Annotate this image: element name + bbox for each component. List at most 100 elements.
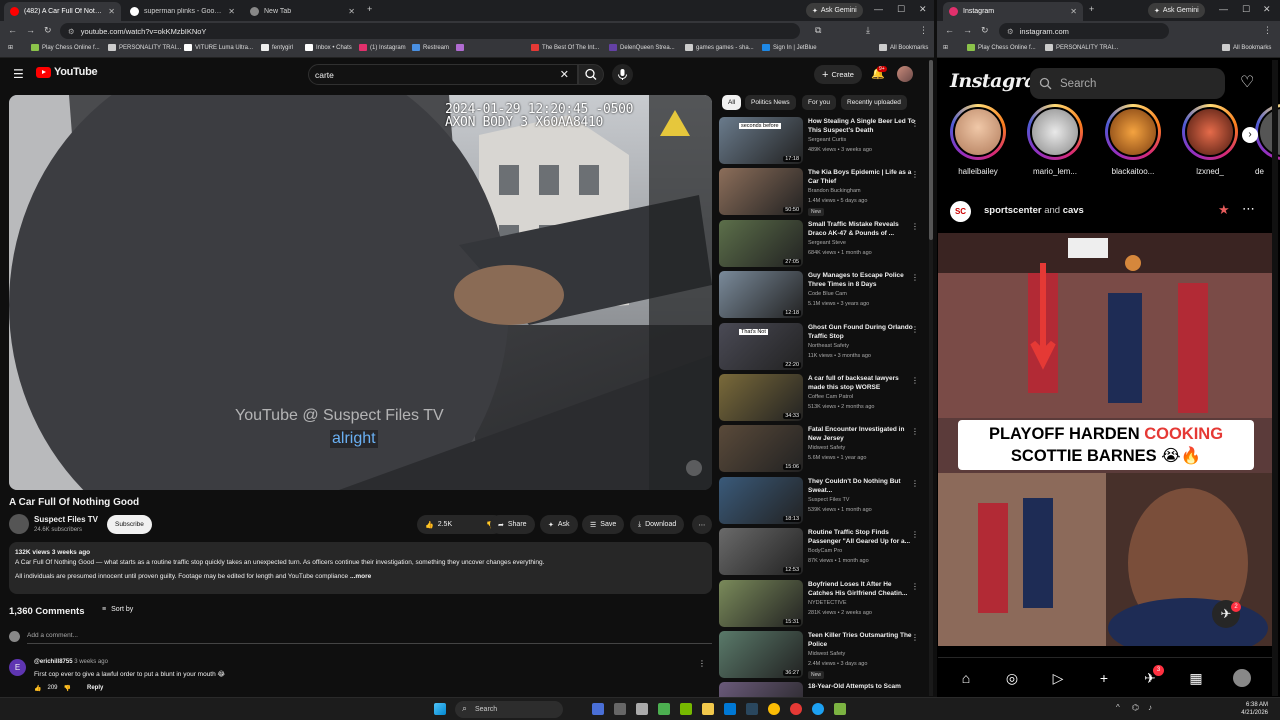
video-thumbnail[interactable]: 12:53 bbox=[719, 528, 803, 576]
clear-icon[interactable]: ✕ bbox=[560, 68, 569, 81]
instagram-scrollbar[interactable] bbox=[1272, 60, 1278, 696]
related-video-title[interactable]: They Couldn't Do Nothing But Sweat... bbox=[808, 477, 916, 495]
explore-icon[interactable]: ◎ bbox=[1003, 669, 1021, 687]
tab-new-tab[interactable]: New Tab ✕ bbox=[244, 2, 361, 21]
related-video-channel[interactable]: Brandon Buckingham bbox=[808, 188, 861, 194]
bookmark-item[interactable]: The Best Of The Int... bbox=[531, 44, 599, 51]
related-video-title[interactable]: 18-Year-Old Attempts to Scam bbox=[808, 682, 916, 691]
home-icon[interactable]: ⌂ bbox=[957, 669, 975, 687]
page-scrollbar[interactable] bbox=[929, 60, 933, 696]
sort-by-button[interactable]: ≡ Sort by bbox=[102, 606, 133, 613]
related-video-title[interactable]: Small Traffic Mistake Reveals Draco AK-4… bbox=[808, 220, 916, 238]
bookmark-item[interactable] bbox=[456, 44, 464, 51]
bookmark-item[interactable]: Sign In | JetBlue bbox=[762, 44, 817, 51]
start-icon[interactable] bbox=[434, 703, 446, 715]
search-input[interactable]: Search bbox=[1030, 68, 1225, 99]
stories-next-icon[interactable]: › bbox=[1242, 127, 1258, 143]
close-icon[interactable]: ✕ bbox=[228, 7, 235, 16]
bookmark-item[interactable]: (1) Instagram bbox=[359, 44, 406, 51]
video-menu-icon[interactable]: ⋮ bbox=[911, 325, 919, 334]
system-clock[interactable]: 6:38 AM 4/21/2026 bbox=[1241, 701, 1268, 717]
like-icon[interactable]: 👍 bbox=[425, 521, 434, 529]
related-video-channel[interactable]: Sergeant Steve bbox=[808, 240, 846, 246]
related-video-title[interactable]: A car full of backseat lawyers made this… bbox=[808, 374, 916, 392]
video-menu-icon[interactable]: ⋮ bbox=[911, 273, 919, 282]
chip-for-you[interactable]: For you bbox=[802, 95, 837, 110]
description-box[interactable]: 132K views 3 weeks ago A Car Full Of Not… bbox=[9, 542, 712, 594]
site-info-icon[interactable]: ⚙ bbox=[68, 27, 75, 36]
related-video-item[interactable]: 15:06 Fatal Encounter Investigated in New… bbox=[719, 425, 929, 473]
tab-youtube[interactable]: (482) A Car Full Of Nothing ✕ bbox=[4, 2, 121, 21]
channel-name[interactable]: Suspect Files TV bbox=[34, 515, 98, 524]
url-field[interactable]: ⚙ youtube.com/watch?v=okKMzbIKNoY bbox=[60, 23, 800, 39]
create-button[interactable]: + Create bbox=[814, 65, 862, 84]
window-close-icon[interactable]: ✕ bbox=[1263, 4, 1271, 15]
chip-all[interactable]: All bbox=[722, 95, 742, 110]
like-count[interactable]: 2.5K bbox=[438, 521, 452, 528]
minimize-icon[interactable]: — bbox=[1219, 4, 1228, 14]
related-video-channel[interactable]: Northeast Safety bbox=[808, 343, 849, 349]
scrollbar-thumb[interactable] bbox=[929, 60, 933, 240]
video-menu-icon[interactable]: ⋮ bbox=[911, 582, 919, 591]
hamburger-menu-icon[interactable]: ☰ bbox=[13, 67, 24, 81]
youtube-logo[interactable]: YouTube bbox=[36, 66, 98, 78]
video-menu-icon[interactable]: ⋮ bbox=[911, 376, 919, 385]
new-tab-icon[interactable]: + bbox=[1089, 4, 1094, 14]
video-thumbnail[interactable]: That's Not 22:20 bbox=[719, 322, 803, 370]
bookmark-item[interactable]: DelenQueen Strea... bbox=[609, 44, 675, 51]
related-video-title[interactable]: Routine Traffic Stop Finds Passenger "Al… bbox=[808, 528, 916, 546]
forward-icon[interactable]: → bbox=[26, 25, 35, 35]
video-thumbnail[interactable]: seconds before 17:18 bbox=[719, 117, 803, 164]
related-video-channel[interactable]: BodyCam Pro bbox=[808, 548, 842, 554]
video-thumbnail[interactable] bbox=[719, 682, 803, 697]
related-video-channel[interactable]: Midwest Safety bbox=[808, 445, 845, 451]
forward-icon[interactable]: → bbox=[963, 25, 972, 35]
video-thumbnail[interactable]: 50:50 bbox=[719, 168, 803, 216]
all-bookmarks[interactable]: All Bookmarks bbox=[1222, 44, 1271, 51]
new-tab-icon[interactable]: + bbox=[367, 4, 372, 14]
tray-chevron-icon[interactable]: ^ bbox=[1116, 703, 1120, 712]
bookmark-item[interactable]: fentygirl bbox=[261, 44, 293, 51]
apps-icon[interactable]: ⊞ bbox=[8, 44, 13, 51]
avatar[interactable] bbox=[897, 66, 913, 82]
ask-gemini-button[interactable]: ✦ Ask Gemini bbox=[1148, 3, 1205, 18]
related-video-channel[interactable]: Code Blue Cam bbox=[808, 291, 847, 297]
volume-icon[interactable]: ♪ bbox=[1148, 703, 1152, 712]
share-button[interactable]: ➦ Share bbox=[490, 515, 535, 534]
minimize-icon[interactable]: — bbox=[874, 4, 883, 14]
subscribe-button[interactable]: Subscribe bbox=[107, 515, 152, 534]
channel-avatar[interactable] bbox=[9, 514, 29, 534]
related-video-title[interactable]: Ghost Gun Found During Orlando Traffic S… bbox=[808, 323, 916, 341]
story-item[interactable]: mario_lem... bbox=[1025, 104, 1085, 176]
bookmark-item[interactable]: PERSONALITY TRAI... bbox=[108, 44, 181, 51]
create-post-icon[interactable]: + bbox=[1095, 669, 1113, 687]
chrome-profile-icon[interactable] bbox=[790, 703, 802, 715]
bookmark-item[interactable]: Play Chess Online f... bbox=[31, 44, 100, 51]
save-button[interactable]: ☰ Save bbox=[582, 515, 625, 534]
chip-politics-news[interactable]: Politics News bbox=[745, 95, 796, 110]
video-menu-icon[interactable]: ⋮ bbox=[911, 119, 919, 128]
video-menu-icon[interactable]: ⋮ bbox=[911, 222, 919, 231]
related-video-title[interactable]: Boyfriend Loses It After He Catches His … bbox=[808, 580, 916, 598]
maximize-icon[interactable]: ☐ bbox=[897, 4, 905, 15]
related-video-item[interactable]: That's Not 22:20 Ghost Gun Found During Or… bbox=[719, 322, 929, 371]
show-more-link[interactable]: ...more bbox=[350, 573, 371, 580]
taskbar-search[interactable]: ⌕ Search bbox=[455, 701, 563, 718]
file-explorer-icon[interactable] bbox=[702, 703, 714, 715]
close-icon[interactable]: ✕ bbox=[348, 7, 355, 16]
video-thumbnail[interactable]: 34:33 bbox=[719, 374, 803, 421]
sportscenter-avatar[interactable]: SC bbox=[950, 201, 971, 222]
menu-icon[interactable]: ⋮ bbox=[1263, 25, 1272, 36]
related-video-item[interactable]: 36:27 Teen Killer Tries Outsmarting The P… bbox=[719, 631, 929, 679]
comment-author[interactable]: @erichill8755 bbox=[34, 659, 73, 665]
video-menu-icon[interactable]: ⋮ bbox=[911, 633, 919, 642]
chip-recently-uploaded[interactable]: Recently uploaded bbox=[841, 95, 907, 110]
video-menu-icon[interactable]: ⋮ bbox=[911, 170, 919, 179]
reply-button[interactable]: Reply bbox=[87, 685, 103, 692]
task-view-icon[interactable] bbox=[614, 703, 626, 715]
window-close-icon[interactable]: ✕ bbox=[919, 4, 927, 15]
related-video-item[interactable]: 15:31 Boyfriend Loses It After He Catches… bbox=[719, 579, 929, 628]
add-comment-input[interactable]: Add a comment... bbox=[27, 632, 78, 639]
search-button[interactable] bbox=[578, 64, 604, 85]
favorite-star-icon[interactable]: ★ bbox=[1218, 202, 1230, 218]
